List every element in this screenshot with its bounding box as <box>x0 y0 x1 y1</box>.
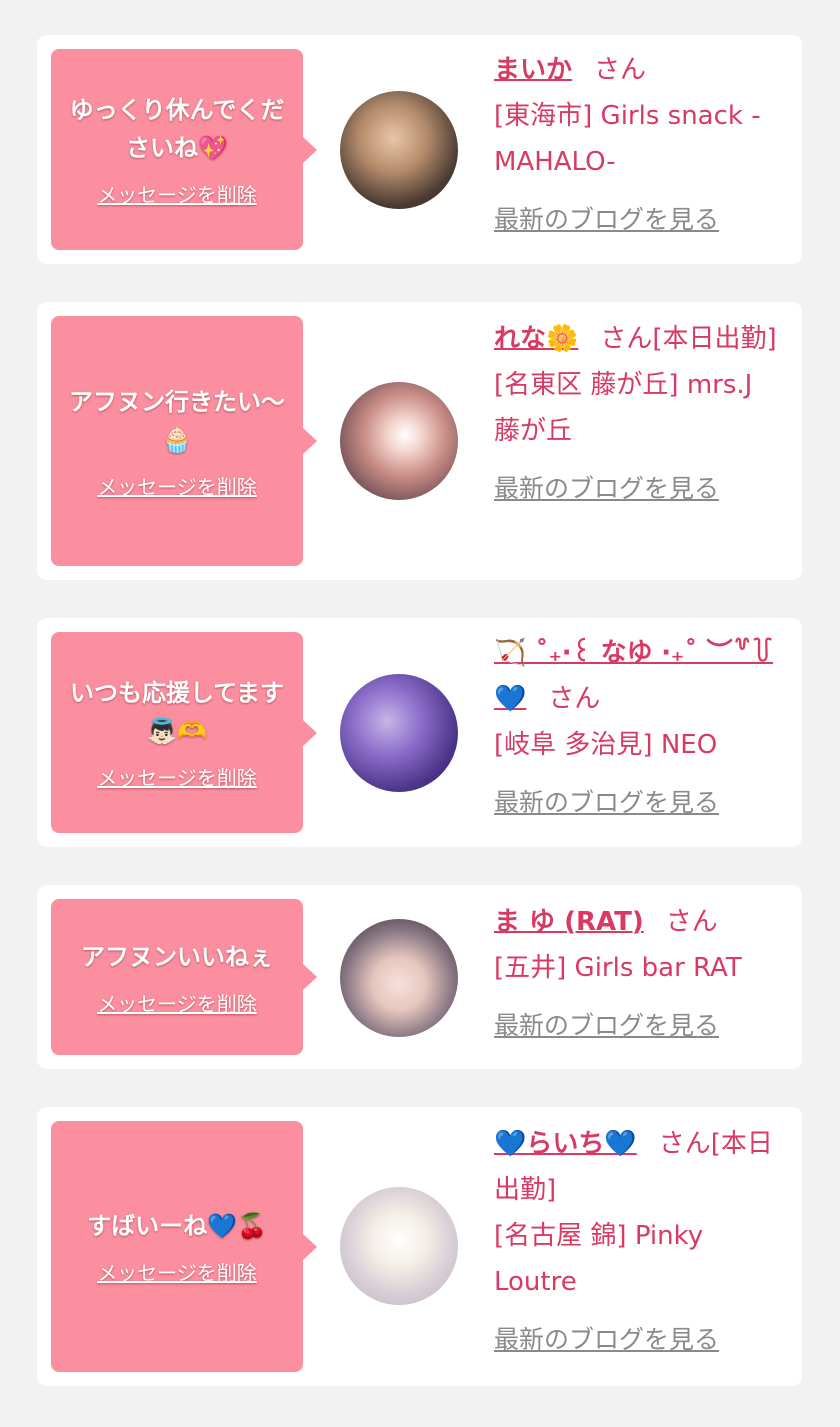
avatar[interactable] <box>340 91 458 209</box>
delete-message-link[interactable]: メッセージを削除 <box>97 471 257 500</box>
cast-name-link[interactable]: れな🌼 <box>494 324 578 354</box>
latest-blog-link[interactable]: 最新のブログを見る <box>494 780 784 826</box>
message-card: アフヌン行きたい〜🧁 メッセージを削除 れな🌼 さん[本日出勤] [名東区 藤が丘… <box>37 302 802 580</box>
message-card: いつも応援してます👼🏻🫶 メッセージを削除 🏹 ˚₊‧꒰ なゆ ‧₊˚ ︶꒷꒦ … <box>37 618 802 847</box>
honorific: さん <box>548 684 601 714</box>
cast-name-link[interactable]: 🏹 ˚₊‧꒰ なゆ ‧₊˚ ︶꒷꒦ 💙 <box>494 638 773 714</box>
message-text: ゆっくり休んでくださいね💖 <box>69 96 285 162</box>
avatar[interactable] <box>340 382 458 500</box>
delete-message-link[interactable]: メッセージを削除 <box>97 988 257 1017</box>
message-bubble: アフヌン行きたい〜🧁 メッセージを削除 <box>51 316 317 566</box>
message-text: アフヌン行きたい〜🧁 <box>69 387 285 454</box>
message-text: アフヌンいいねぇ <box>81 942 273 971</box>
avatar[interactable] <box>340 919 458 1037</box>
message-card: ゆっくり休んでくださいね💖 メッセージを削除 まいか さん [東海市] Girls… <box>37 35 802 264</box>
honorific: さん <box>665 907 718 937</box>
delete-message-link[interactable]: メッセージを削除 <box>97 762 257 791</box>
message-bubble: いつも応援してます👼🏻🫶 メッセージを削除 <box>51 632 317 833</box>
shop-info: [名古屋 錦] Pinky Loutre <box>494 1221 704 1297</box>
cast-info: れな🌼 さん[本日出勤] [名東区 藤が丘] mrs.J 藤が丘 最新のブログを見… <box>494 316 784 512</box>
shop-info: [五井] Girls bar RAT <box>494 953 742 983</box>
cast-info: 💙らいち💙 さん[本日出勤] [名古屋 錦] Pinky Loutre 最新のブロ… <box>494 1121 784 1363</box>
cast-info: 🏹 ˚₊‧꒰ なゆ ‧₊˚ ︶꒷꒦ 💙 さん [岐阜 多治見] NEO 最新のブロ… <box>494 630 784 826</box>
cast-name-link[interactable]: ま ゆ (RAT) <box>494 907 644 937</box>
honorific: さん <box>594 55 647 85</box>
shop-info: [名東区 藤が丘] mrs.J 藤が丘 <box>494 370 753 446</box>
message-text: すばいーね💙🍒 <box>87 1212 267 1240</box>
avatar[interactable] <box>340 1187 458 1305</box>
avatar[interactable] <box>340 674 458 792</box>
shop-info: [岐阜 多治見] NEO <box>494 730 718 760</box>
message-card: アフヌンいいねぇ メッセージを削除 ま ゆ (RAT) さん [五井] Girls… <box>37 885 802 1069</box>
latest-blog-link[interactable]: 最新のブログを見る <box>494 1317 784 1363</box>
latest-blog-link[interactable]: 最新のブログを見る <box>494 466 784 512</box>
honorific: さん[本日出勤] <box>600 324 777 354</box>
shop-info: [東海市] Girls snack -MAHALO- <box>494 101 761 177</box>
message-text: いつも応援してます👼🏻🫶 <box>69 679 285 745</box>
latest-blog-link[interactable]: 最新のブログを見る <box>494 197 784 243</box>
message-bubble: すばいーね💙🍒 メッセージを削除 <box>51 1121 317 1372</box>
message-card: すばいーね💙🍒 メッセージを削除 💙らいち💙 さん[本日出勤] [名古屋 錦] P… <box>37 1107 802 1386</box>
cast-name-link[interactable]: まいか <box>494 55 572 85</box>
cast-info: ま ゆ (RAT) さん [五井] Girls bar RAT 最新のブログを見る <box>494 899 784 1049</box>
cast-info: まいか さん [東海市] Girls snack -MAHALO- 最新のブログを… <box>494 47 784 243</box>
message-bubble: ゆっくり休んでくださいね💖 メッセージを削除 <box>51 49 317 250</box>
latest-blog-link[interactable]: 最新のブログを見る <box>494 1003 784 1049</box>
message-bubble: アフヌンいいねぇ メッセージを削除 <box>51 899 317 1055</box>
delete-message-link[interactable]: メッセージを削除 <box>97 179 257 208</box>
cast-name-link[interactable]: 💙らいち💙 <box>494 1129 637 1159</box>
delete-message-link[interactable]: メッセージを削除 <box>97 1257 257 1286</box>
